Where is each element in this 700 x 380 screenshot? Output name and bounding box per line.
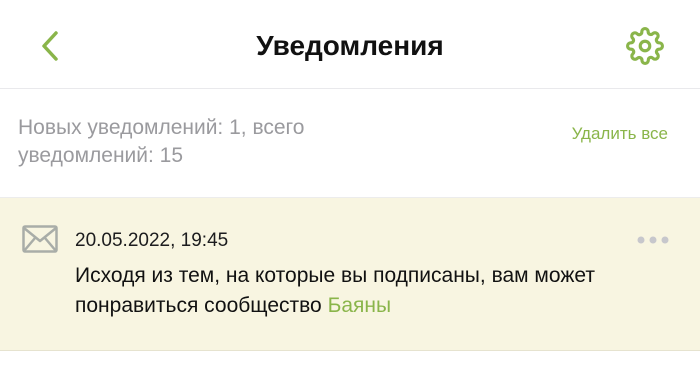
notification-item[interactable]: 20.05.2022, 19:45 Исходя из тем, на кото…: [0, 198, 700, 351]
notification-message: Исходя из тем, на которые вы подписаны, …: [75, 261, 665, 321]
summary-counts: Новых уведомлений: 1, всего уведомлений:…: [18, 116, 305, 167]
settings-button[interactable]: [624, 25, 666, 67]
delete-all-button[interactable]: Удалить все: [572, 124, 668, 144]
more-options-button[interactable]: [636, 228, 670, 252]
notifications-summary: Новых уведомлений: 1, всего уведомлений:…: [0, 89, 700, 198]
envelope-icon: [22, 225, 58, 253]
community-link[interactable]: Баяны: [328, 294, 392, 317]
header-bar: Уведомления: [0, 0, 700, 89]
more-dots-icon: [637, 236, 669, 244]
page-title: Уведомления: [256, 30, 444, 61]
notification-date: 20.05.2022, 19:45: [75, 230, 229, 251]
gear-icon: [626, 27, 664, 65]
